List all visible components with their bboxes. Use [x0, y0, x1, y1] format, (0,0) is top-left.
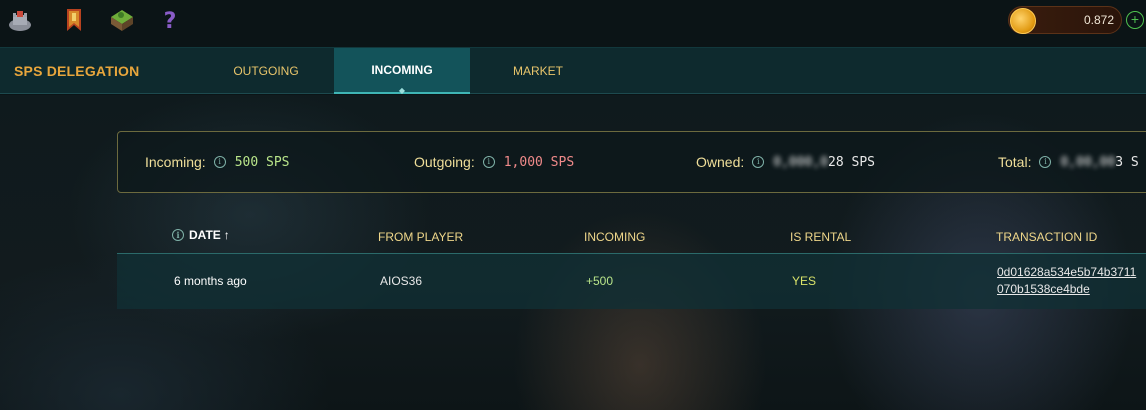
owned-label: Owned:: [696, 154, 745, 170]
tab-market[interactable]: MARKET: [472, 48, 604, 94]
table-row: 6 months ago AIOS36 +500 YES 0d01628a534…: [117, 253, 1146, 309]
info-icon[interactable]: i: [482, 156, 495, 168]
banner-icon[interactable]: [60, 6, 88, 34]
delegation-summary: Incoming: i 500 SPS Outgoing: i 1,000 SP…: [117, 131, 1146, 193]
outgoing-label: Outgoing:: [414, 154, 475, 170]
summary-outgoing: Outgoing: i 1,000 SPS: [414, 154, 574, 170]
nav-bar: SPS DELEGATION OUTGOING INCOMING ◆ MARKE…: [0, 47, 1146, 95]
transaction-id-line2: 070b1538ce4bde: [997, 282, 1090, 296]
total-value: 3 S: [1115, 154, 1139, 170]
page-title: SPS DELEGATION: [14, 63, 140, 79]
summary-incoming: Incoming: i 500 SPS: [145, 154, 290, 170]
coin-icon: [1010, 8, 1036, 34]
column-header-is-rental[interactable]: IS RENTAL: [790, 230, 851, 244]
land-icon[interactable]: [108, 6, 136, 34]
total-label: Total:: [998, 154, 1032, 170]
wallet-value: 0.872: [1083, 13, 1114, 27]
help-icon[interactable]: ?: [156, 6, 184, 34]
row-incoming: +500: [586, 274, 614, 288]
castle-icon[interactable]: [6, 6, 34, 34]
tab-outgoing-label: OUTGOING: [233, 64, 299, 78]
date-header-label: DATE: [189, 228, 221, 242]
tab-market-label: MARKET: [512, 64, 563, 78]
incoming-label: Incoming:: [145, 154, 206, 170]
row-transaction-id-link[interactable]: 0d01628a534e5b74b3711 070b1538ce4bde: [997, 264, 1136, 298]
info-icon[interactable]: i: [752, 156, 765, 168]
row-from-player: AIOS36: [380, 274, 423, 288]
info-icon[interactable]: i: [172, 229, 184, 241]
summary-owned: Owned: i 0,000,0 28 SPS: [696, 154, 875, 170]
total-value-redacted: 0,00,00: [1060, 154, 1116, 170]
row-date: 6 months ago: [174, 274, 247, 288]
incoming-value: 500 SPS: [234, 154, 290, 170]
row-is-rental: YES: [792, 274, 817, 288]
column-header-transaction-id[interactable]: TRANSACTION ID: [996, 230, 1097, 244]
active-tab-indicator-icon: ◆: [398, 86, 406, 95]
tab-incoming-label: INCOMING: [371, 63, 433, 77]
sort-arrow-icon: ↑: [223, 228, 230, 242]
svg-text:?: ?: [164, 9, 177, 33]
column-header-incoming[interactable]: INCOMING: [584, 230, 645, 244]
outgoing-value: 1,000 SPS: [503, 154, 575, 170]
summary-total: Total: i 0,00,00 3 S: [998, 154, 1139, 170]
info-icon[interactable]: i: [1039, 156, 1052, 168]
info-icon[interactable]: i: [213, 156, 226, 168]
tab-incoming[interactable]: INCOMING ◆: [334, 48, 470, 95]
tab-outgoing[interactable]: OUTGOING: [200, 48, 332, 94]
column-header-from-player[interactable]: FROM PLAYER: [378, 230, 463, 244]
owned-value: 28 SPS: [828, 154, 876, 170]
add-funds-button[interactable]: +: [1126, 11, 1144, 29]
column-header-date[interactable]: i DATE ↑: [172, 228, 230, 242]
transaction-id-line1: 0d01628a534e5b74b3711: [997, 265, 1137, 279]
top-bar: ? 0.872 +: [0, 0, 1146, 46]
owned-value-redacted: 0,000,0: [773, 154, 829, 170]
